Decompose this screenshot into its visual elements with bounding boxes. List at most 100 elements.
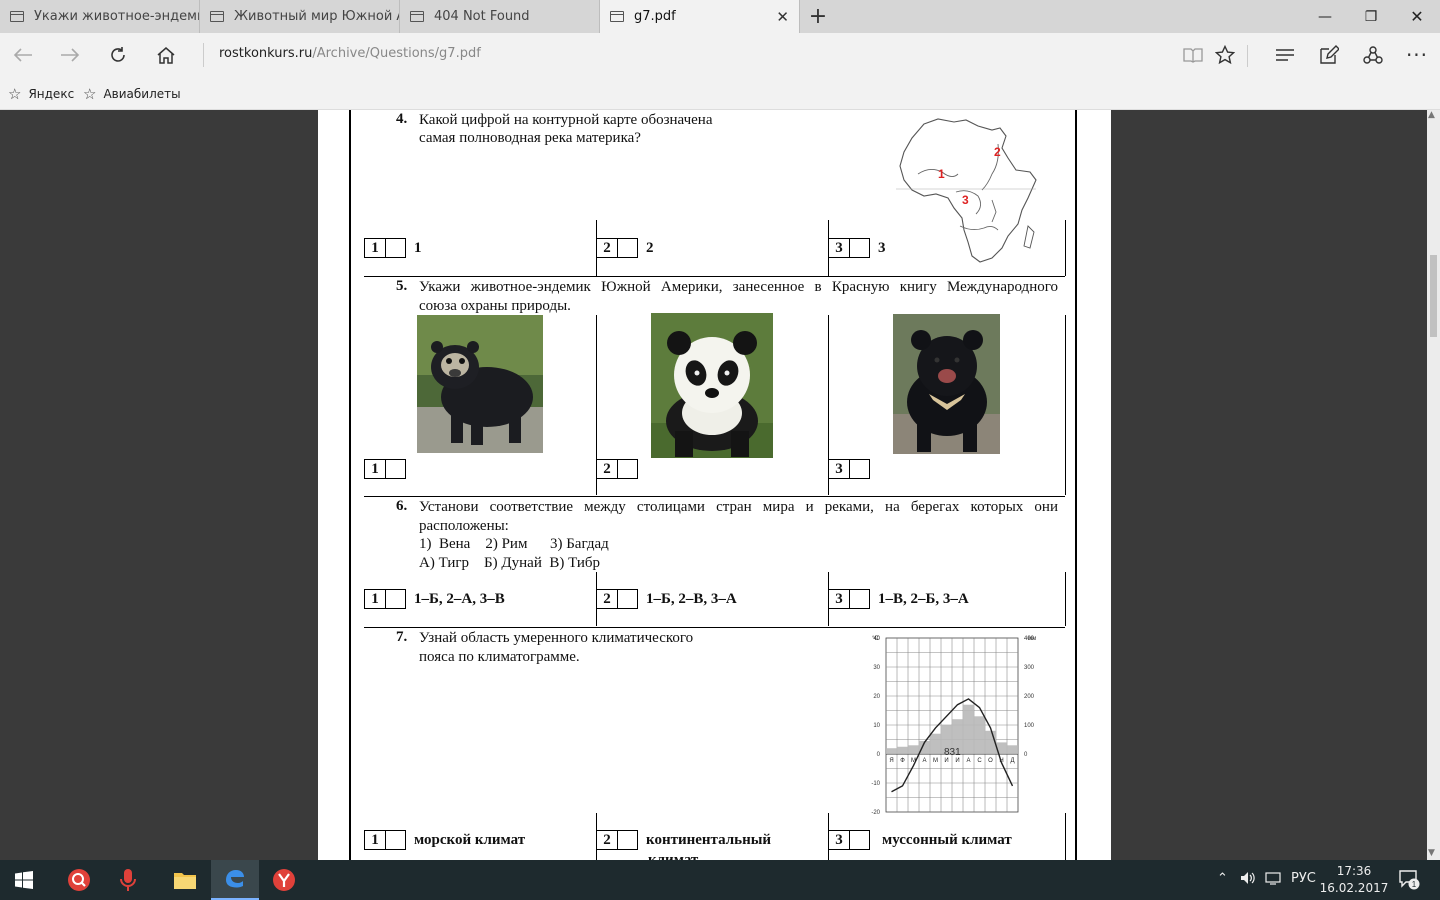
yandex-browser-icon[interactable]	[260, 860, 308, 900]
answer-number: 1	[364, 238, 386, 258]
tab-title: Животный мир Южной Ам	[234, 9, 400, 24]
answer-checkbox[interactable]	[386, 589, 406, 609]
favorite-star-icon[interactable]	[1209, 39, 1241, 71]
answer-option-2[interactable]: 2 2	[596, 238, 654, 258]
more-icon[interactable]: ···	[1401, 39, 1433, 71]
month-label: Д	[1010, 758, 1014, 764]
answer-text: 1	[414, 239, 422, 256]
answer-option-3[interactable]: 3 3	[828, 238, 886, 258]
close-tab-icon[interactable]: ✕	[776, 8, 789, 26]
temp-tick-label: 0	[877, 752, 881, 758]
pdf-page: 4. Какой цифрой на контурной карте обозн…	[318, 110, 1111, 860]
answer-checkbox[interactable]	[618, 830, 638, 850]
scrollbar-thumb[interactable]	[1430, 255, 1437, 337]
climatogram-chart: 403020100-10-204003002001000Я Ф М А М И И А С О Н Д…	[871, 636, 1036, 816]
answer-option-1[interactable]: 1 1	[364, 238, 422, 258]
scroll-down-arrow-icon[interactable]: ▼	[1428, 848, 1435, 858]
tab-2[interactable]: Животный мир Южной Ам	[200, 0, 400, 33]
action-center-icon[interactable]: 1	[1398, 868, 1420, 894]
answer-checkbox[interactable]	[618, 238, 638, 258]
answer-option-2[interactable]: 2 1–Б, 2–В, 3–А	[596, 589, 737, 609]
url-field[interactable]: rostkonkurs.ru/Archive/Questions/g7.pdf	[219, 46, 481, 61]
refresh-icon[interactable]	[102, 39, 134, 71]
answer-checkbox[interactable]	[850, 459, 870, 479]
question-text: Установи соответствие между столицами ст…	[419, 499, 1058, 515]
question-text: союза охраны природы.	[419, 298, 571, 314]
answer-number: 1	[364, 459, 386, 479]
answer-option-1[interactable]: 1 1–Б, 2–А, 3–В	[364, 589, 505, 609]
answer-option-3[interactable]: 3 муссонный климат	[828, 830, 1012, 850]
precip-tick-label: 0	[1024, 752, 1028, 758]
vertical-scrollbar[interactable]	[1427, 110, 1440, 860]
answer-option-1[interactable]: 1	[364, 459, 406, 479]
month-label: С	[977, 758, 982, 764]
answer-checkbox[interactable]	[850, 589, 870, 609]
answer-option-2[interactable]: 2	[596, 459, 638, 479]
reading-view-icon[interactable]	[1177, 39, 1209, 71]
web-note-icon[interactable]	[1313, 39, 1345, 71]
answer-option-3[interactable]: 3	[828, 459, 870, 479]
temp-tick-label: -10	[871, 781, 880, 787]
home-icon[interactable]	[150, 39, 182, 71]
answer-checkbox[interactable]	[618, 589, 638, 609]
precip-tick-label: 300	[1024, 665, 1035, 671]
clock[interactable]: 17:36 16.02.2017	[1318, 863, 1390, 897]
answer-option-1[interactable]: 1 морской климат	[364, 830, 525, 850]
question-text: Какой цифрой на контурной карте обозначе…	[419, 112, 713, 128]
edge-browser-icon[interactable]	[211, 860, 259, 900]
scroll-up-arrow-icon[interactable]: ▲	[1428, 110, 1435, 120]
answer-checkbox[interactable]	[386, 238, 406, 258]
answer-text: 1–Б, 2–А, 3–В	[414, 590, 505, 607]
map-label-2: 2	[994, 145, 1001, 159]
cell-divider	[1065, 315, 1066, 495]
url-path: /Archive/Questions/g7.pdf	[312, 46, 481, 61]
answer-checkbox[interactable]	[850, 238, 870, 258]
precipitation-bar	[963, 704, 974, 754]
question-number: 6.	[396, 498, 408, 514]
search-icon[interactable]	[55, 860, 103, 900]
show-hidden-icons-icon[interactable]: ⌃	[1217, 871, 1228, 886]
favorite-aviabilety[interactable]: ☆ Авиабилеты	[83, 85, 181, 103]
answer-option-3[interactable]: 3 1–В, 2–Б, 3–А	[828, 589, 969, 609]
windows-taskbar: ⌃ РУС 17:36 16.02.2017 1	[0, 860, 1440, 900]
temp-unit-label: °C	[872, 636, 879, 642]
microphone-icon[interactable]	[104, 860, 152, 900]
tab-3[interactable]: 404 Not Found	[400, 0, 600, 33]
page-icon	[10, 11, 24, 22]
language-indicator[interactable]: РУС	[1291, 871, 1316, 886]
minimize-icon[interactable]: —	[1302, 0, 1348, 33]
tab-1[interactable]: Укажи животное-эндемик	[0, 0, 200, 33]
question-divider	[364, 276, 1065, 277]
month-label: А	[966, 758, 970, 764]
pdf-viewer[interactable]: 4. Какой цифрой на контурной карте обозн…	[0, 110, 1440, 860]
close-window-icon[interactable]: ✕	[1394, 0, 1440, 33]
month-label: М	[911, 758, 916, 764]
answer-checkbox[interactable]	[850, 830, 870, 850]
hub-icon[interactable]	[1269, 39, 1301, 71]
answer-checkbox[interactable]	[386, 459, 406, 479]
favorite-label: Яндекс	[28, 87, 75, 101]
file-explorer-icon[interactable]	[161, 860, 209, 900]
precipitation-bar	[886, 748, 897, 754]
page-frame-right	[1075, 110, 1077, 860]
answer-checkbox[interactable]	[386, 830, 406, 850]
answer-number: 2	[596, 830, 618, 850]
precipitation-bar	[1007, 745, 1018, 754]
back-icon[interactable]	[7, 39, 39, 71]
favorite-yandex[interactable]: ☆ Яндекс	[8, 85, 74, 103]
start-windows-icon[interactable]	[0, 860, 48, 900]
new-tab-icon[interactable]: +	[806, 4, 830, 29]
answer-option-2[interactable]: 2 континентальный	[596, 830, 771, 850]
answer-checkbox[interactable]	[618, 459, 638, 479]
forward-icon[interactable]	[54, 39, 86, 71]
star-icon: ☆	[83, 85, 97, 103]
question-number: 5.	[396, 278, 408, 294]
tab-4-active[interactable]: g7.pdf ✕	[600, 0, 800, 33]
network-icon[interactable]	[1265, 871, 1281, 889]
answer-number: 3	[828, 238, 850, 258]
share-icon[interactable]	[1357, 39, 1389, 71]
question-text: А) Тигр Б) Дунай В) Тибр	[419, 555, 601, 571]
volume-icon[interactable]	[1240, 871, 1256, 889]
restore-icon[interactable]: ❐	[1348, 0, 1394, 33]
asiatic-black-bear-photo	[893, 314, 1000, 454]
